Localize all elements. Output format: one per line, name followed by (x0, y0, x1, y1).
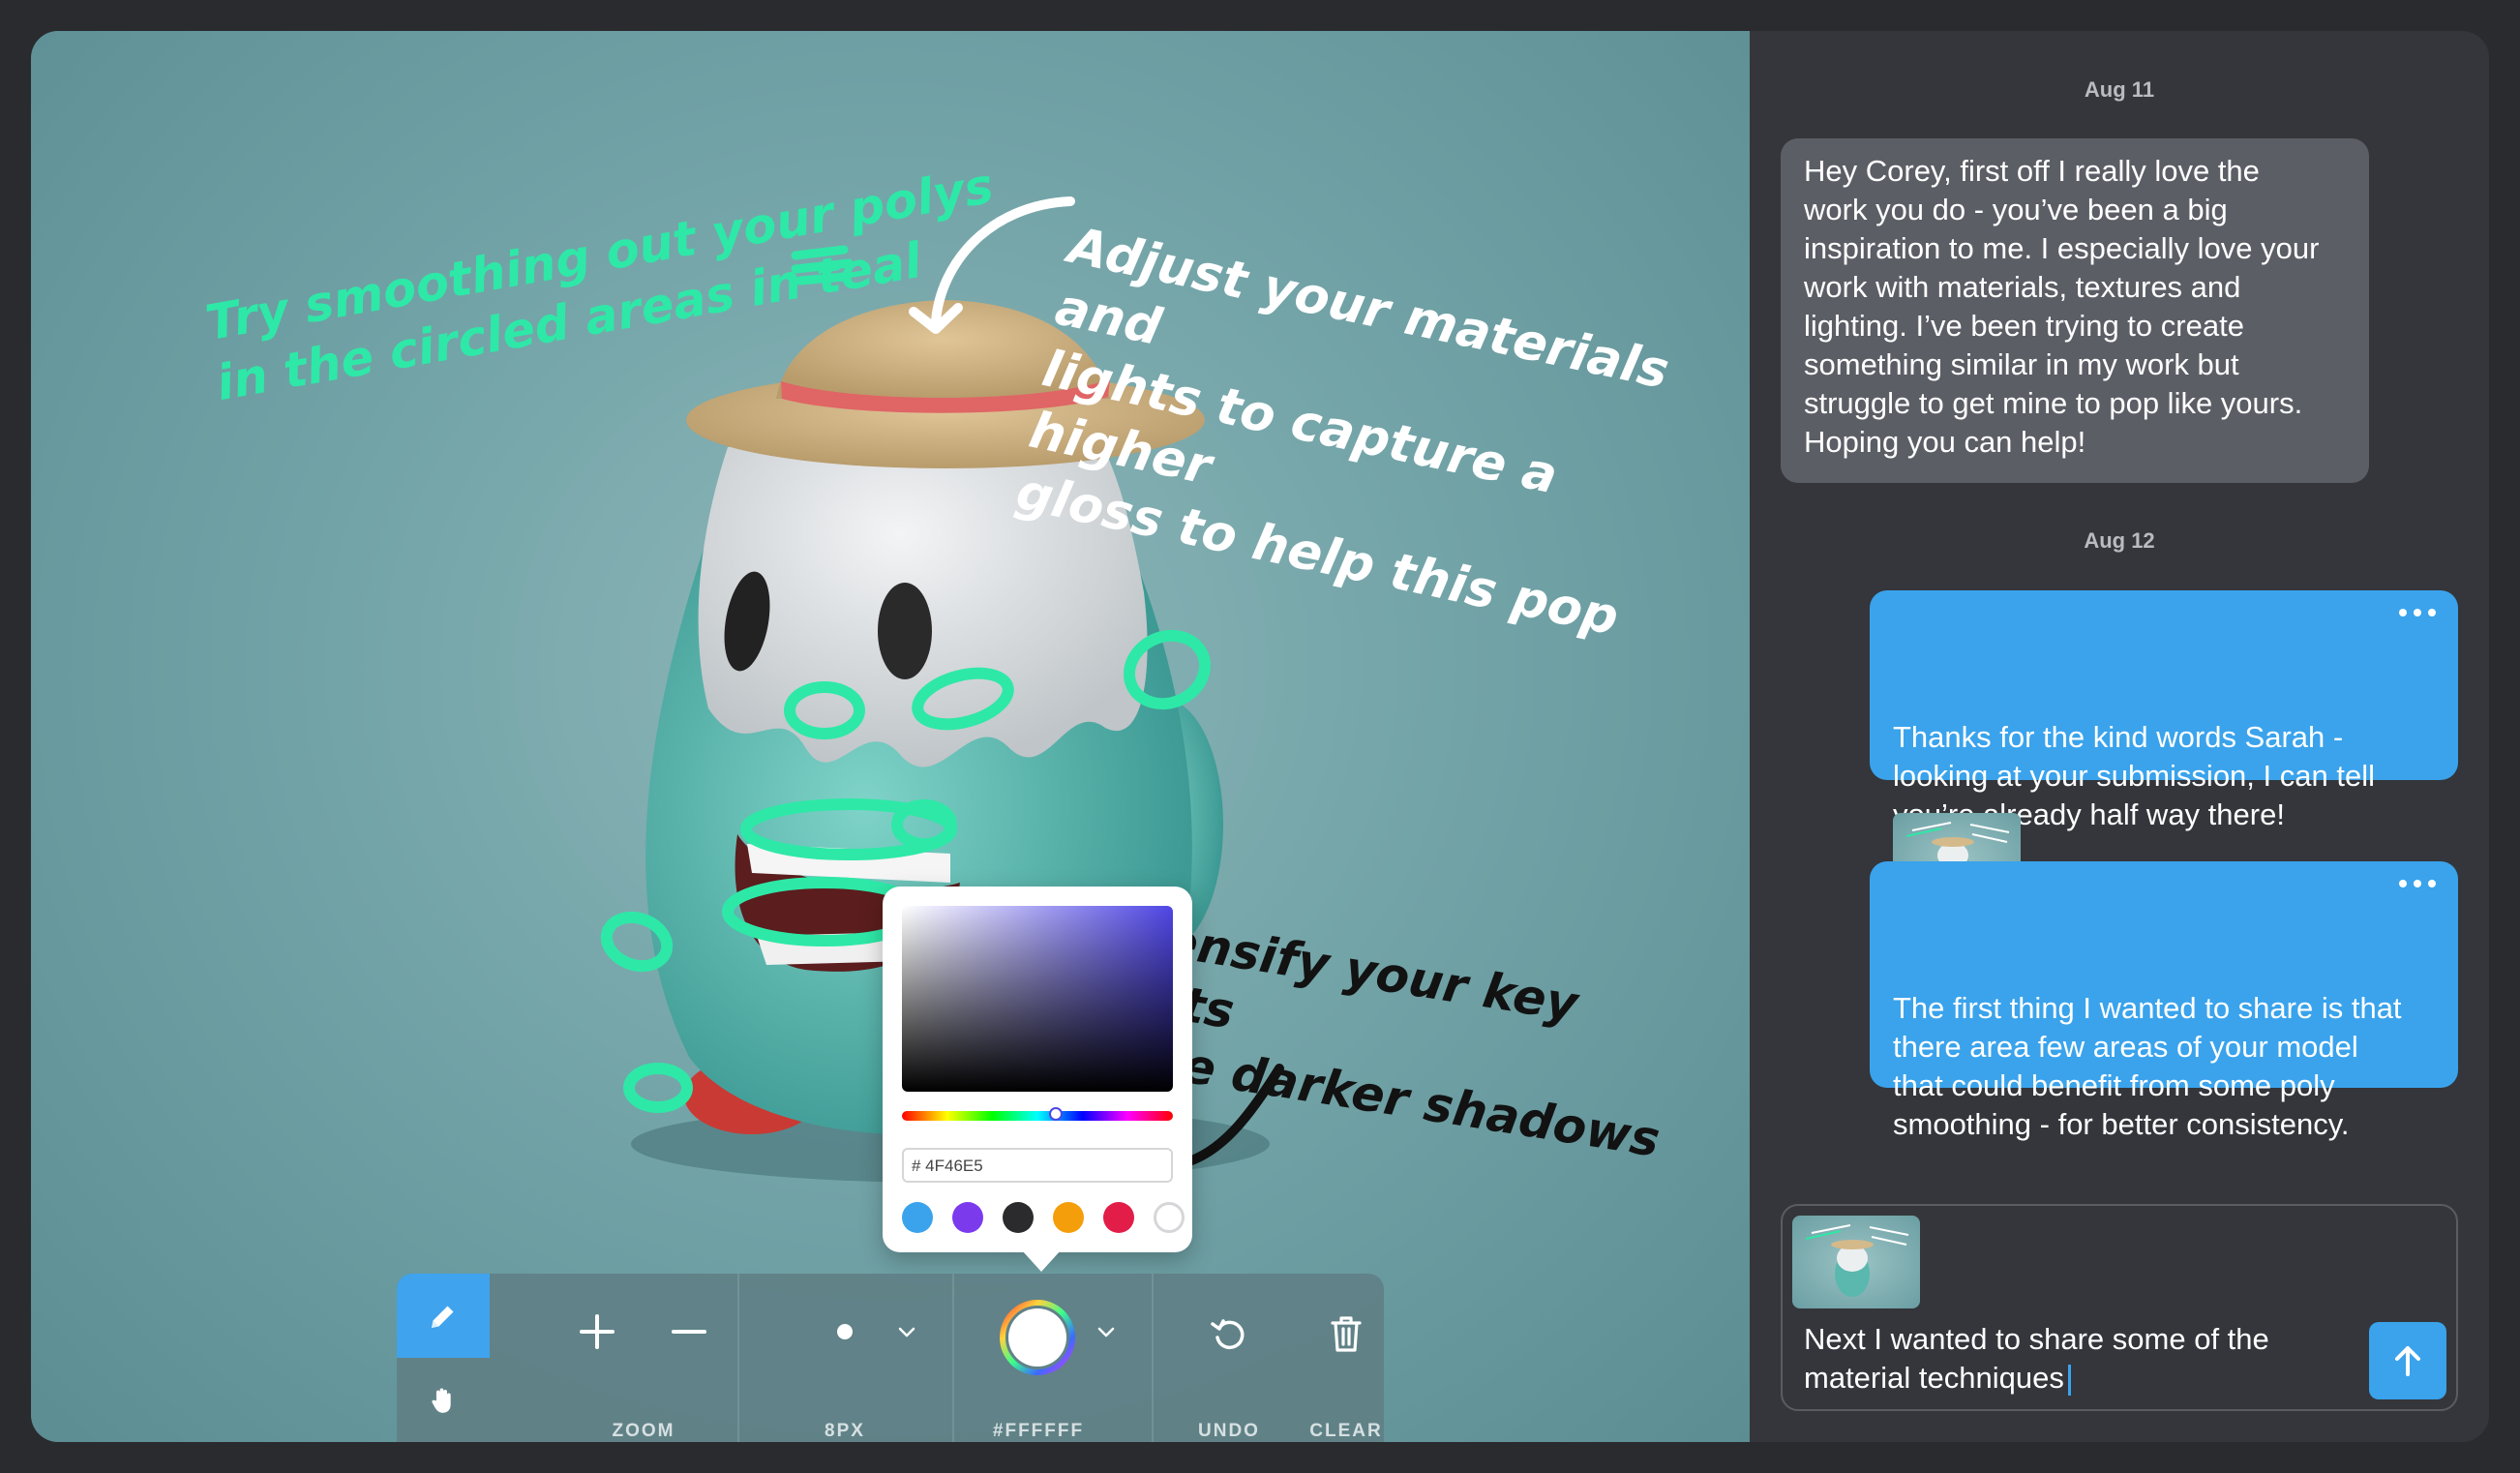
toolbar-divider (952, 1274, 954, 1442)
swatch-purple[interactable] (952, 1202, 983, 1233)
message-composer[interactable]: Next I wanted to share some of the mater… (1781, 1204, 2458, 1411)
chevron-down-icon[interactable] (895, 1320, 918, 1343)
message-input-text: Next I wanted to share some of the mater… (1804, 1322, 2269, 1395)
swatch-white[interactable] (1154, 1202, 1185, 1233)
swatch-black[interactable] (1003, 1202, 1034, 1233)
undo-icon[interactable] (1208, 1312, 1250, 1355)
trash-icon[interactable] (1325, 1312, 1367, 1355)
pencil-icon (432, 1306, 454, 1328)
send-button[interactable] (2369, 1322, 2446, 1399)
swatch-red[interactable] (1103, 1202, 1134, 1233)
message-text: The first thing I wanted to share is tha… (1893, 991, 2402, 1141)
image-preview (1805, 1224, 1909, 1297)
arrow-up-icon (2395, 1346, 2420, 1376)
zoom-out-icon[interactable] (670, 1312, 708, 1351)
swatch-orange[interactable] (1053, 1202, 1084, 1233)
zoom-in-icon[interactable] (578, 1312, 616, 1351)
drawing-toolbar: ZOOM 8PX #FFFFFF UNDO CLEAR (397, 1274, 1384, 1442)
color-label: #FFFFFF (992, 1421, 1085, 1441)
color-wheel-icon[interactable] (997, 1297, 1078, 1378)
toolbar-divider (1152, 1274, 1154, 1442)
more-options-icon[interactable] (2398, 879, 2437, 888)
color-swatches (902, 1202, 1185, 1233)
drawing-canvas[interactable]: Try smoothing out your polys in the circ… (31, 31, 1750, 1442)
brush-size-label: 8PX (825, 1421, 865, 1441)
toolbar-divider (737, 1274, 739, 1442)
attachment-thumbnail[interactable] (1792, 1216, 1920, 1308)
brush-size-dot-icon[interactable] (825, 1312, 864, 1351)
outgoing-message: Thanks for the kind words Sarah - lookin… (1870, 590, 2458, 831)
color-picker-popup: # 4F46E5 (883, 887, 1192, 1272)
app-window: Try smoothing out your polys in the circ… (31, 31, 2489, 1442)
undo-label: UNDO (1198, 1421, 1260, 1441)
chat-panel: Aug 11 Hey Corey, first off I really lov… (1750, 31, 2489, 1442)
saturation-value-area[interactable] (902, 906, 1173, 1092)
outgoing-message: The first thing I wanted to share is tha… (1870, 861, 2458, 1141)
hue-slider[interactable] (902, 1111, 1173, 1121)
text-caret (2067, 1364, 2071, 1396)
message-input[interactable]: Next I wanted to share some of the mater… (1804, 1320, 2346, 1398)
hue-slider-handle[interactable] (1049, 1107, 1063, 1121)
date-separator: Aug 12 (2084, 528, 2155, 553)
chevron-down-icon[interactable] (1095, 1320, 1118, 1343)
clear-label: CLEAR (1309, 1421, 1383, 1441)
zoom-label: ZOOM (612, 1421, 675, 1441)
incoming-message: Hey Corey, first off I really love the w… (1781, 138, 2369, 483)
hex-color-input[interactable]: # 4F46E5 (902, 1148, 1173, 1183)
hand-icon (432, 1388, 451, 1413)
pan-mode-button[interactable] (397, 1358, 490, 1442)
swatch-blue[interactable] (902, 1202, 933, 1233)
more-options-icon[interactable] (2398, 608, 2437, 617)
draw-mode-button[interactable] (397, 1274, 490, 1358)
date-separator: Aug 11 (2084, 77, 2155, 102)
